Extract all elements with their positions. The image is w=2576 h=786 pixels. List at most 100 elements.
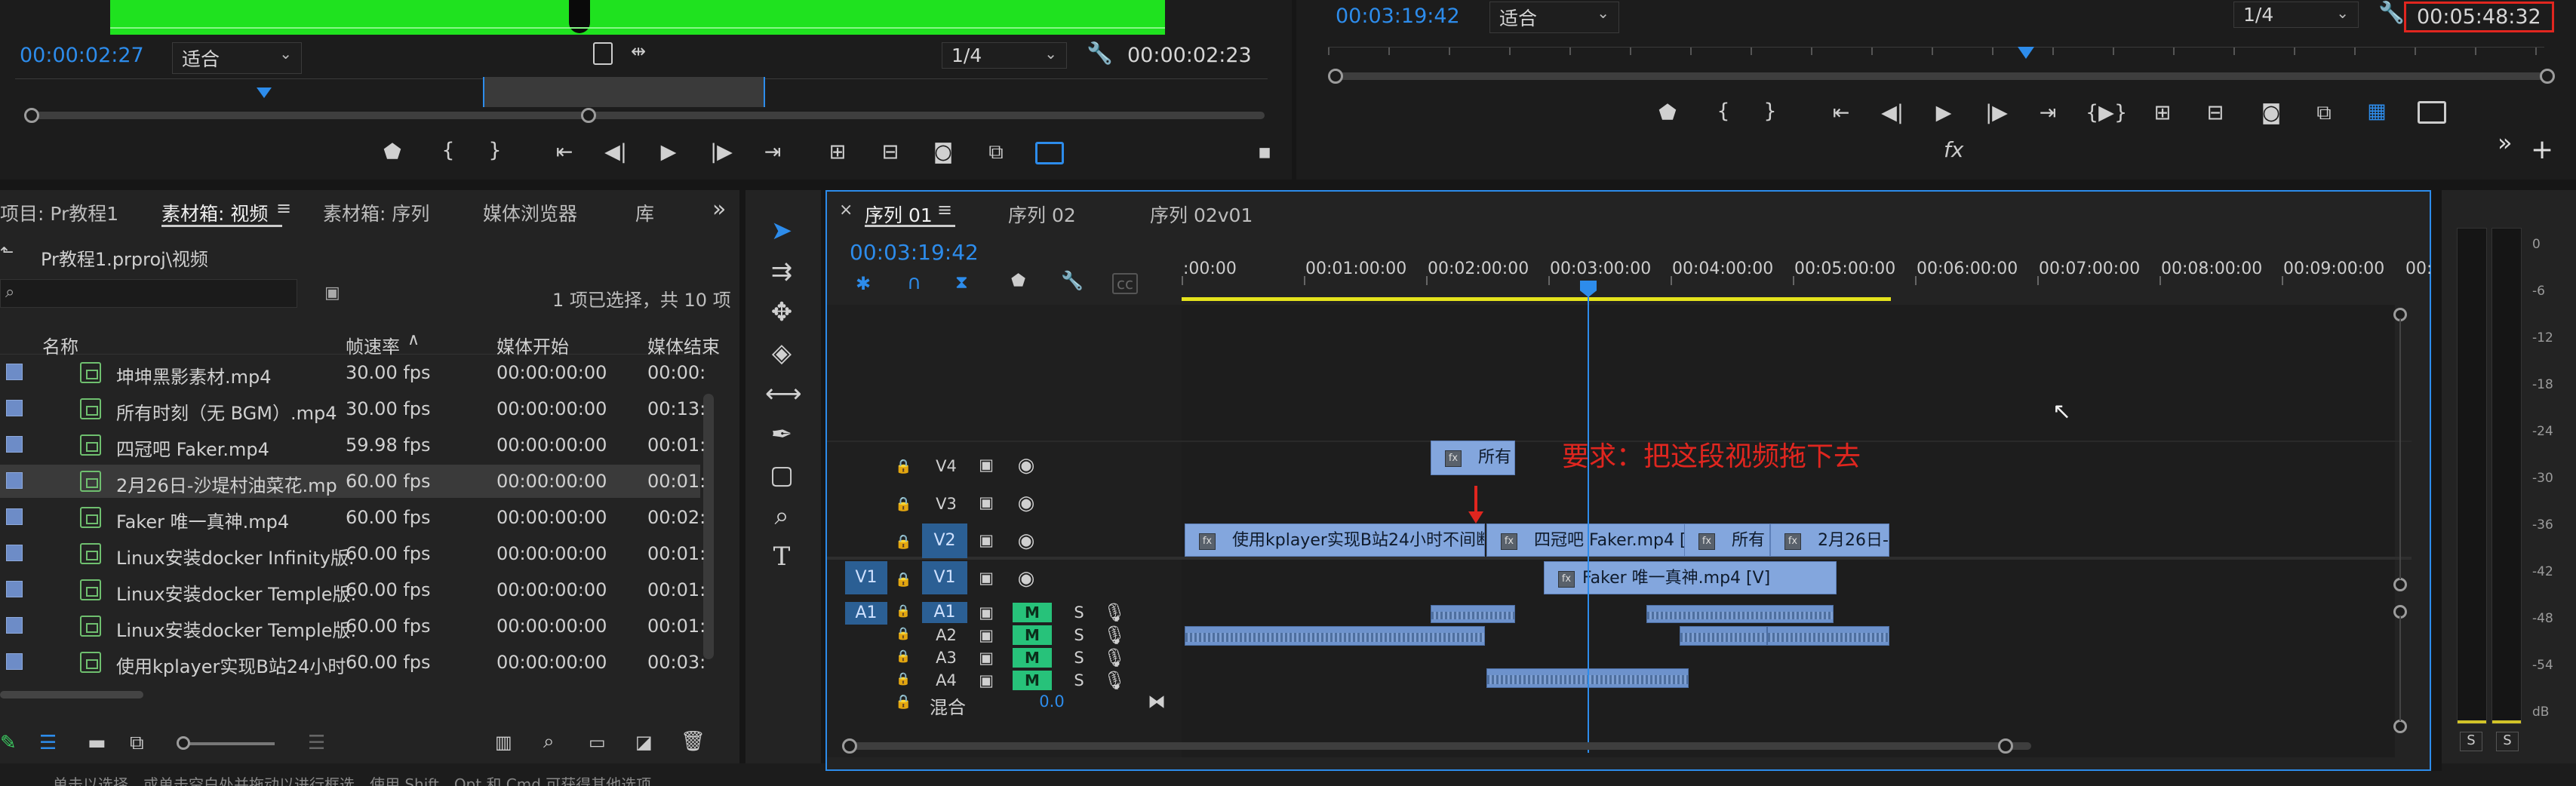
- table-row[interactable]: 坤坤黑影素材.mp4 30.00 fps 00:00:00:00 00:00:: [0, 356, 705, 389]
- mark-out-icon[interactable]: }: [1755, 100, 1785, 123]
- automate-to-sequence-icon[interactable]: ▥: [495, 732, 512, 753]
- fx-icon[interactable]: fx: [1944, 137, 1963, 162]
- rectangle-tool-icon[interactable]: ▢: [765, 460, 798, 490]
- step-back-icon[interactable]: ◀|: [1877, 101, 1907, 124]
- table-row[interactable]: Linux安装docker Temple版. 60.00 fps 00:00:00:…: [0, 573, 705, 606]
- audio-clip-a2[interactable]: [1767, 626, 1889, 646]
- label-color-swatch[interactable]: [6, 400, 23, 416]
- audio-clip-a1[interactable]: [1431, 605, 1515, 623]
- step-forward-icon[interactable]: |▶: [1981, 101, 2012, 124]
- trash-icon[interactable]: 🗑: [681, 730, 705, 753]
- list-view-icon[interactable]: ☰: [39, 732, 57, 754]
- tab-bin-video[interactable]: 素材箱: 视频: [161, 199, 268, 226]
- wrench-icon[interactable]: 🔧: [2378, 0, 2405, 25]
- source-fit-dropdown[interactable]: 适合 ⌄: [172, 42, 302, 74]
- tab-project[interactable]: 项目: Pr教程1: [0, 199, 118, 226]
- eye-icon[interactable]: ◉: [1013, 530, 1040, 552]
- label-color-swatch[interactable]: [6, 436, 23, 453]
- program-mini-ruler[interactable]: [1328, 47, 2544, 69]
- tab-bin-sequence[interactable]: 素材箱: 序列: [323, 199, 429, 226]
- audio-clip-a1[interactable]: [1646, 605, 1834, 623]
- audio-clip-a2[interactable]: [1185, 626, 1485, 646]
- table-row[interactable]: Faker 唯一真神.mp4 60.00 fps 00:00:00:00 00:02:: [0, 501, 705, 534]
- go-to-in-icon[interactable]: ⇤: [549, 140, 579, 164]
- mute-button[interactable]: M: [1013, 625, 1052, 645]
- label-color-swatch[interactable]: [6, 545, 23, 561]
- linked-selection-icon[interactable]: ⧗: [955, 272, 968, 293]
- table-row[interactable]: Linux安装docker Temple版. 60.00 fps 00:00:00:…: [0, 609, 705, 643]
- mark-out-icon[interactable]: }: [480, 139, 510, 162]
- insert-sequence-icon[interactable]: ⇹: [631, 41, 646, 62]
- source-zoom-scrollbar[interactable]: [27, 112, 1265, 119]
- source-playhead[interactable]: [257, 88, 272, 98]
- safe-margins-icon[interactable]: [1035, 142, 1064, 164]
- lock-icon[interactable]: 🔒: [895, 603, 911, 618]
- program-timecode[interactable]: 00:03:19:42: [1336, 5, 1460, 28]
- lock-icon[interactable]: 🔒: [895, 459, 911, 474]
- lock-icon[interactable]: 🔒: [895, 626, 911, 640]
- sort-icons-icon[interactable]: ☰: [308, 732, 325, 754]
- sync-lock-icon[interactable]: ▣: [975, 649, 998, 667]
- column-fps[interactable]: 帧速率: [346, 332, 400, 358]
- solo-right-button[interactable]: S: [2496, 732, 2519, 751]
- clip-v2-kplayer[interactable]: fx使用kplayer实现B站24小时不间断视频: [1185, 523, 1485, 557]
- lock-icon[interactable]: 🔒: [895, 694, 911, 710]
- table-row[interactable]: 四冠吧 Faker.mp4 59.98 fps 00:00:00:00 00:01:: [0, 428, 705, 462]
- more-controls-icon[interactable]: »: [2498, 128, 2513, 157]
- new-bin-icon[interactable]: ▭: [589, 732, 606, 753]
- solo-left-button[interactable]: S: [2460, 732, 2482, 751]
- timeline-playhead[interactable]: [1588, 281, 1589, 753]
- lock-icon[interactable]: 🔒: [895, 649, 911, 663]
- razor-tool-icon[interactable]: ◈: [765, 338, 798, 368]
- pen-tool-icon[interactable]: ✒: [765, 419, 798, 450]
- multicam-icon[interactable]: ▦: [2362, 100, 2392, 123]
- program-resolution-dropdown[interactable]: 1/4 ⌄: [2233, 2, 2359, 28]
- eye-icon[interactable]: ◉: [1013, 454, 1040, 477]
- source-in-out-range[interactable]: [483, 77, 765, 107]
- solo-button[interactable]: S: [1070, 671, 1088, 689]
- panel-menu-icon[interactable]: ≡: [937, 199, 952, 220]
- source-timecode[interactable]: 00:00:02:27: [20, 44, 144, 67]
- solo-button[interactable]: S: [1070, 649, 1088, 667]
- more-controls-icon[interactable]: ▪: [1250, 140, 1280, 164]
- track-label-v2[interactable]: V2: [922, 523, 967, 558]
- sync-lock-icon[interactable]: ▣: [975, 569, 998, 587]
- timeline-timecode[interactable]: 00:03:19:42: [850, 240, 979, 265]
- hand-tool-icon[interactable]: ⌕: [765, 501, 798, 531]
- step-forward-icon[interactable]: |▶: [706, 140, 736, 164]
- wrench-icon[interactable]: 🔧: [1087, 41, 1113, 66]
- source-zoom-end-handle[interactable]: [581, 108, 596, 123]
- lock-icon[interactable]: 🔒: [895, 671, 911, 686]
- camera-icon[interactable]: ◙: [2256, 101, 2286, 124]
- add-marker-icon[interactable]: ⬟: [1652, 101, 1683, 124]
- sync-lock-icon[interactable]: ▣: [975, 626, 998, 644]
- label-color-swatch[interactable]: [6, 653, 23, 670]
- track-label-v1[interactable]: V1: [922, 561, 967, 594]
- playhead-handle[interactable]: [1580, 281, 1597, 297]
- eye-icon[interactable]: ◉: [1013, 492, 1040, 514]
- play-in-to-out-icon[interactable]: {▶}: [2086, 101, 2127, 124]
- solo-button[interactable]: S: [1070, 626, 1088, 644]
- compare-icon[interactable]: ⧉: [2309, 101, 2339, 125]
- bin-up-icon[interactable]: ⬑: [0, 243, 14, 262]
- column-media-start[interactable]: 媒体开始: [496, 332, 569, 358]
- clip-v4[interactable]: fx 所有: [1431, 441, 1515, 475]
- tab-sequence-01[interactable]: 序列 01: [865, 201, 933, 228]
- timeline-zoom-start-handle[interactable]: [842, 738, 857, 754]
- program-zoom-start-handle[interactable]: [1328, 69, 1343, 84]
- mix-volume-value[interactable]: 0.0: [1029, 692, 1074, 711]
- go-to-out-icon[interactable]: ⇥: [2033, 101, 2063, 124]
- source-zoom-start-handle[interactable]: [24, 108, 39, 123]
- clip-v2-shadi[interactable]: fx2月26日-沙: [1770, 523, 1889, 557]
- pencil-icon[interactable]: ✎: [0, 732, 17, 754]
- mute-button[interactable]: M: [1013, 671, 1052, 690]
- source-resolution-dropdown[interactable]: 1/4 ⌄: [942, 42, 1067, 69]
- solo-button[interactable]: S: [1070, 603, 1088, 622]
- tab-sequence-02v01[interactable]: 序列 02v01: [1150, 201, 1253, 228]
- label-color-swatch[interactable]: [6, 472, 23, 489]
- mute-button[interactable]: M: [1013, 648, 1052, 668]
- mute-button[interactable]: M: [1013, 603, 1052, 622]
- clip-v2-suoyou[interactable]: fx 所有: [1684, 523, 1770, 557]
- audio-vscroll-bottom[interactable]: [2393, 720, 2407, 733]
- slip-tool-icon[interactable]: ⟷: [765, 379, 802, 409]
